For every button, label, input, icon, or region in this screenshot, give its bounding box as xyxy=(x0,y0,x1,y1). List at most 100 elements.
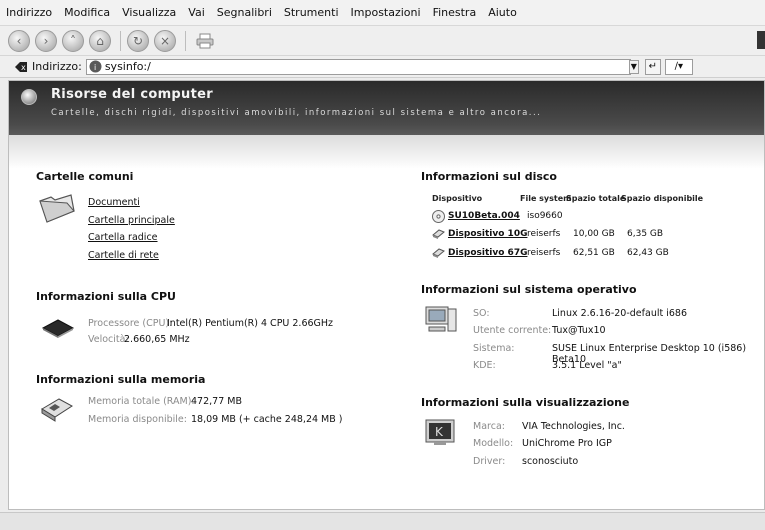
stop-icon: × xyxy=(159,33,171,48)
memory-icon xyxy=(41,398,73,422)
os-system-label: Sistema: xyxy=(473,343,515,354)
print-button[interactable] xyxy=(194,31,216,51)
display-model-value: UniChrome Pro IGP xyxy=(522,438,612,449)
disk-header-fs: File system xyxy=(520,194,572,203)
address-dropdown[interactable]: ▼ xyxy=(628,59,639,74)
display-brand-value: VIA Technologies, Inc. xyxy=(522,421,625,432)
home-icon: ⌂ xyxy=(96,33,104,48)
menu-aiuto[interactable]: Aiuto xyxy=(488,6,517,19)
disk-row-total: 62,51 GB xyxy=(573,248,615,258)
toolbar-handle xyxy=(757,31,765,49)
disk-row-fs: iso9660 xyxy=(527,211,563,221)
os-so-value: Linux 2.6.16-20-default i686 xyxy=(552,308,687,319)
display-model-label: Modello: xyxy=(473,438,514,449)
arrow-up-icon: ˄ xyxy=(70,33,76,48)
computer-icon xyxy=(425,306,457,332)
home-button[interactable]: ⌂ xyxy=(89,29,111,52)
svg-text:i: i xyxy=(94,63,96,72)
menu-vai[interactable]: Vai xyxy=(188,6,204,19)
disk-row-total: 10,00 GB xyxy=(573,229,615,239)
disk-header-device: Dispositivo xyxy=(432,194,483,203)
menu-modifica[interactable]: Modifica xyxy=(64,6,110,19)
os-so-label: SO: xyxy=(473,308,490,319)
cpu-speed-label: Velocità: xyxy=(88,334,129,345)
back-button[interactable]: ‹ xyxy=(8,29,30,52)
disk-header-total: Spazio totale xyxy=(566,194,626,203)
arrow-right-icon: › xyxy=(43,33,49,48)
menu-visualizza[interactable]: Visualizza xyxy=(122,6,176,19)
menu-indirizzo[interactable]: Indirizzo xyxy=(6,6,52,19)
disk-row-free: 6,35 GB xyxy=(627,229,664,239)
menu-impostazioni[interactable]: Impostazioni xyxy=(351,6,421,19)
address-input[interactable]: i sysinfo:/ xyxy=(85,58,631,75)
disk-row-device[interactable]: Dispositivo 10G xyxy=(448,229,527,239)
svg-text:K: K xyxy=(435,425,444,439)
clear-address-icon[interactable]: x xyxy=(14,61,28,73)
toolbar-separator xyxy=(120,30,121,51)
address-label: Indirizzo: xyxy=(32,60,82,73)
display-driver-label: Driver: xyxy=(473,456,506,467)
monitor-icon: K xyxy=(425,419,455,445)
forward-button[interactable]: › xyxy=(35,29,57,52)
disk-title: Informazioni sul disco xyxy=(421,170,557,183)
os-title: Informazioni sul sistema operativo xyxy=(421,283,637,296)
link-documenti[interactable]: Documenti xyxy=(88,197,140,208)
page-title: Risorse del computer xyxy=(51,87,213,102)
folder-icon xyxy=(39,194,75,223)
menubar: Indirizzo Modifica Visualizza Vai Segnal… xyxy=(0,0,765,26)
reload-icon: ↻ xyxy=(132,33,144,48)
cpu-processor-label: Processore (CPU): xyxy=(88,318,173,329)
toolbar-separator xyxy=(185,30,186,51)
enter-icon: ↵ xyxy=(648,61,658,72)
page-banner: Risorse del computer Cartelle, dischi ri… xyxy=(9,81,764,135)
arrow-left-icon: ‹ xyxy=(16,33,22,48)
menu-finestra[interactable]: Finestra xyxy=(433,6,477,19)
go-button[interactable]: ↵ xyxy=(644,58,661,75)
link-cartelle-di-rete[interactable]: Cartelle di rete xyxy=(88,250,159,261)
folders-title: Cartelle comuni xyxy=(36,170,134,183)
up-button[interactable]: ˄ xyxy=(62,29,84,52)
cdrom-icon xyxy=(432,210,445,223)
disk-header-free: Spazio disponibile xyxy=(621,194,704,203)
os-kde-label: KDE: xyxy=(473,360,496,371)
memory-total-label: Memoria totale (RAM): xyxy=(88,396,195,407)
sysinfo-page: Risorse del computer Cartelle, dischi ri… xyxy=(8,80,765,510)
cpu-title: Informazioni sulla CPU xyxy=(36,290,176,303)
disk-row-fs: reiserfs xyxy=(527,229,561,239)
disk-row-device[interactable]: SU10Beta.004 xyxy=(448,211,520,221)
disk-row-device[interactable]: Dispositivo 67G xyxy=(448,248,527,258)
shortcut-icon: ∕▾ xyxy=(674,61,684,72)
info-icon: i xyxy=(89,60,102,73)
hard-disk-icon xyxy=(432,229,445,239)
toolbar: ‹ › ˄ ⌂ ↻ × xyxy=(0,26,765,56)
cpu-processor-value: Intel(R) Pentium(R) 4 CPU 2.66GHz xyxy=(167,318,334,329)
cpu-icon xyxy=(41,319,75,338)
display-title: Informazioni sulla visualizzazione xyxy=(421,396,630,409)
os-user-label: Utente corrente: xyxy=(473,325,552,336)
memory-free-value: 18,09 MB (+ cache 248,24 MB ) xyxy=(191,414,343,425)
stop-button[interactable]: × xyxy=(154,29,176,52)
display-brand-label: Marca: xyxy=(473,421,505,432)
svg-text:x: x xyxy=(21,63,26,72)
hard-disk-icon xyxy=(432,248,445,258)
disk-row-free: 62,43 GB xyxy=(627,248,669,258)
menu-segnalibri[interactable]: Segnalibri xyxy=(217,6,272,19)
page-subtitle: Cartelle, dischi rigidi, dispositivi amo… xyxy=(51,108,542,118)
memory-total-value: 472,77 MB xyxy=(191,396,242,407)
status-bar xyxy=(0,512,765,530)
computer-icon xyxy=(21,89,37,105)
link-cartella-principale[interactable]: Cartella principale xyxy=(88,215,175,226)
chevron-down-icon: ▼ xyxy=(630,62,637,71)
link-cartella-radice[interactable]: Cartella radice xyxy=(88,232,158,243)
cpu-speed-value: 2.660,65 MHz xyxy=(124,334,190,345)
os-kde-value: 3.5.1 Level "a" xyxy=(552,360,622,371)
menu-strumenti[interactable]: Strumenti xyxy=(284,6,339,19)
address-url: sysinfo:/ xyxy=(104,60,151,73)
banner-fade xyxy=(9,135,764,169)
os-user-value: Tux@Tux10 xyxy=(552,325,606,336)
web-shortcut-field[interactable]: ∕▾ xyxy=(664,58,693,75)
address-bar: x Indirizzo: i sysinfo:/ ▼ ↵ ∕▾ xyxy=(0,56,765,78)
display-driver-value: sconosciuto xyxy=(522,456,579,467)
memory-title: Informazioni sulla memoria xyxy=(36,373,206,386)
reload-button[interactable]: ↻ xyxy=(127,29,149,52)
